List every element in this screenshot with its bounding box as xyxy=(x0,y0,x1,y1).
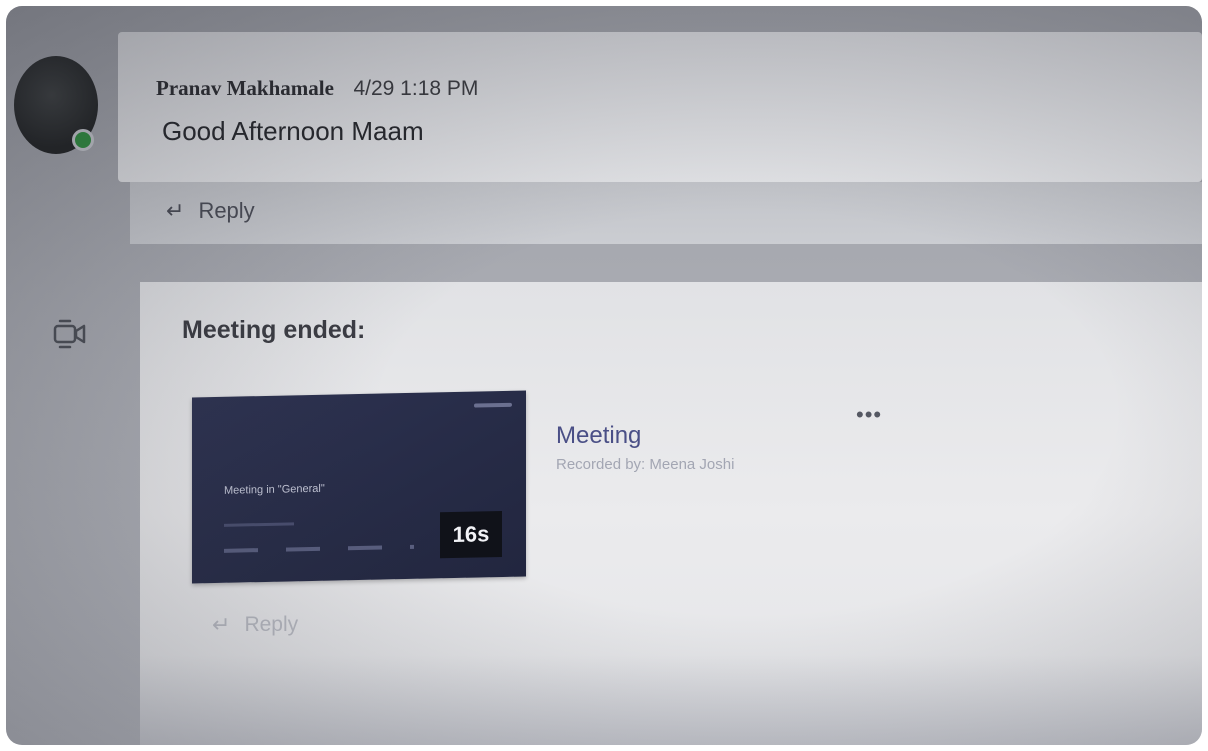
screen-photo-frame: Pranav Makhamale 4/29 1:18 PM Good After… xyxy=(6,6,1202,745)
thumbnail-detail-line xyxy=(224,522,294,527)
duration-badge: 16s xyxy=(440,511,502,559)
more-options-button[interactable]: ••• xyxy=(856,402,882,428)
message-timestamp: 4/29 1:18 PM xyxy=(353,77,479,100)
presence-available-icon xyxy=(72,129,94,151)
reply-label: Reply xyxy=(198,198,255,223)
message-text: Good Afternoon Maam xyxy=(162,116,424,146)
sender-name[interactable]: Pranav Makhamale xyxy=(156,76,334,100)
meeting-ended-heading: Meeting ended: xyxy=(182,316,366,344)
meeting-reply-label: Reply xyxy=(244,613,299,636)
video-camera-icon xyxy=(53,319,86,349)
thumbnail-corner-label xyxy=(474,402,512,408)
recording-title[interactable]: Meeting xyxy=(556,422,641,450)
reply-arrow-icon: ↵ xyxy=(166,198,185,223)
chat-message[interactable]: Pranav Makhamale 4/29 1:18 PM Good After… xyxy=(118,32,1202,182)
meeting-card: Meeting ended: Meeting in "General" 16s … xyxy=(140,282,1202,745)
recording-thumbnail[interactable]: Meeting in "General" 16s xyxy=(192,390,526,584)
blurred-lower-area xyxy=(140,655,1202,745)
recorded-by: Recorded by: Meena Joshi xyxy=(556,456,735,473)
reply-arrow-icon: ↵ xyxy=(212,612,231,637)
meeting-reply-button[interactable]: ↵ Reply xyxy=(212,612,298,638)
message-header: Pranav Makhamale 4/29 1:18 PM xyxy=(156,76,478,101)
thumbnail-title: Meeting in "General" xyxy=(224,482,325,497)
reply-button[interactable]: ↵ Reply xyxy=(166,198,255,224)
thumbnail-detail-row xyxy=(224,544,414,553)
reply-bar: ↵ Reply xyxy=(130,182,1202,244)
